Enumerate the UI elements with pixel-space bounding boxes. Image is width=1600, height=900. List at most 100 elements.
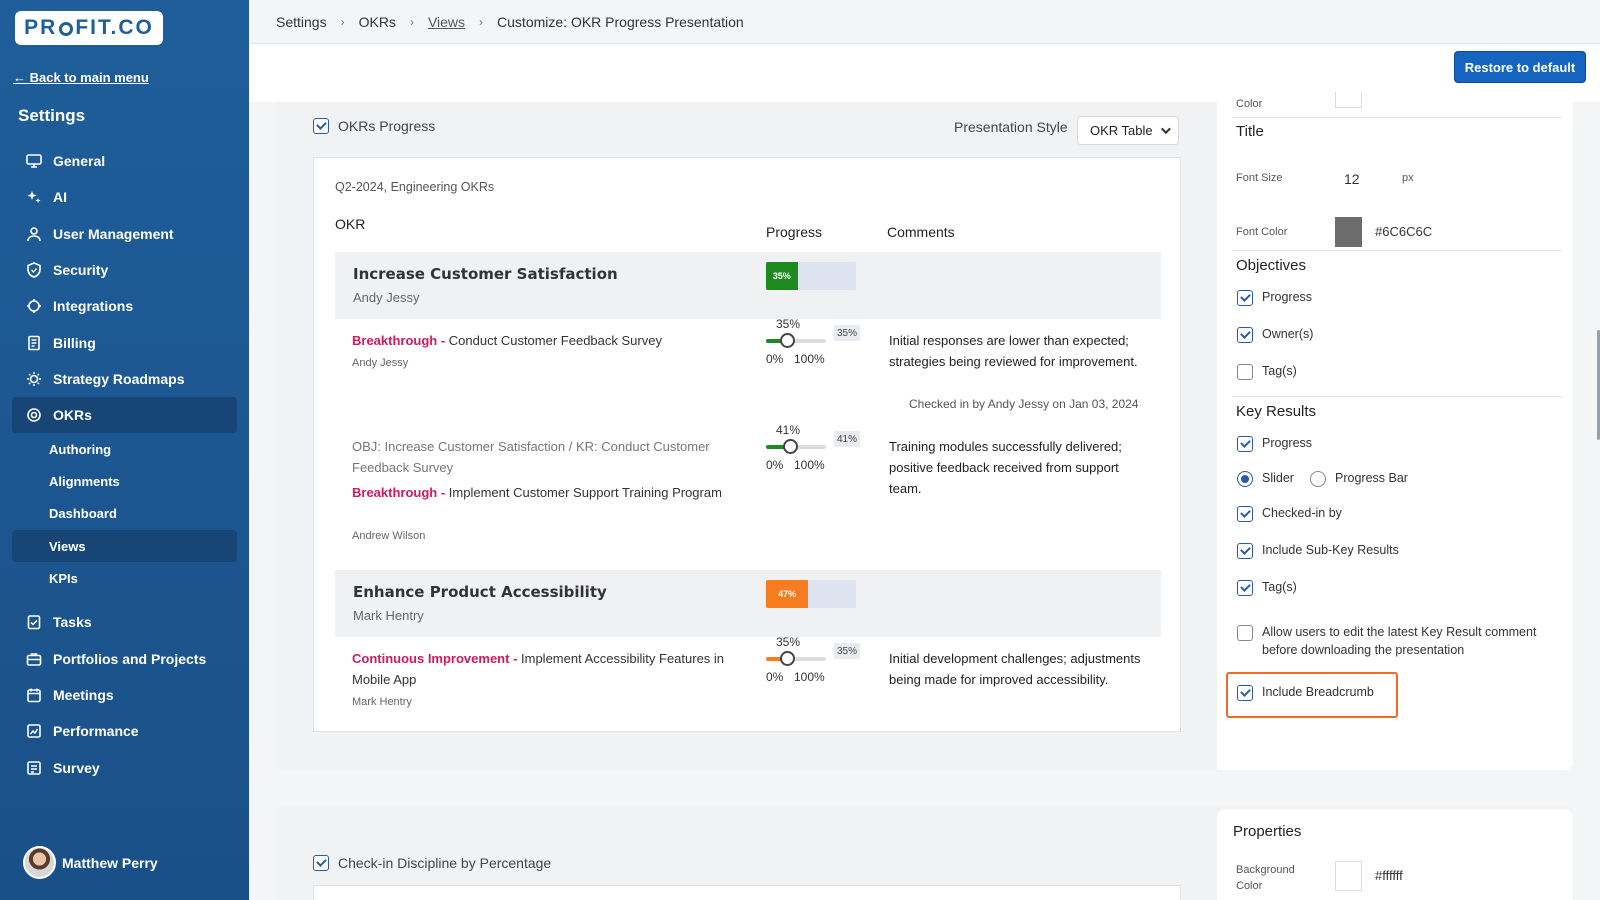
sidebar-item-tasks[interactable]: Tasks [12, 604, 237, 640]
kr-checked-in: Checked in by Andy Jessy on Jan 03, 2024 [909, 397, 1139, 411]
kr-comment: Initial development challenges; adjustme… [889, 651, 1141, 687]
obj-owners-checkbox [1237, 327, 1253, 343]
obj-progress-checkbox [1237, 290, 1253, 306]
sidebar-nav: General AI User Management Security Inte… [12, 143, 237, 786]
key-result-title: Continuous Improvement - Implement Acces… [352, 651, 725, 687]
presentation-style-label: Presentation Style [954, 119, 1068, 135]
task-icon [25, 613, 43, 631]
sidebar-item-strategy-roadmaps[interactable]: Strategy Roadmaps [12, 361, 237, 397]
toolbar: Restore to default [249, 44, 1600, 102]
kr-breadcrumb-path: OBJ: Increase Customer Satisfaction / KR… [352, 439, 710, 475]
slider-min-label: 0% [766, 352, 784, 366]
sidebar-item-performance[interactable]: Performance [12, 713, 237, 749]
sidebar-subitem-alignments[interactable]: Alignments [12, 466, 237, 498]
sidebar-item-survey[interactable]: Survey [12, 750, 237, 786]
slider-badge: 35% [834, 325, 860, 341]
kr-progress-option[interactable]: Progress [1237, 436, 1312, 452]
sidebar-subitem-views[interactable]: Views [12, 529, 237, 563]
breadcrumb-views[interactable]: Views [428, 14, 465, 30]
slider-percent: 35% [776, 317, 801, 331]
slider-radio-button [1237, 471, 1253, 487]
kr-checked-in-option[interactable]: Checked-in by [1237, 506, 1342, 522]
sidebar-item-security[interactable]: Security [12, 252, 237, 288]
color-swatch[interactable] [1335, 92, 1362, 108]
kr-tag: Continuous Improvement [352, 651, 510, 666]
sidebar-item-integrations[interactable]: Integrations [12, 288, 237, 324]
kr-slider-radio[interactable]: Slider [1237, 471, 1294, 487]
objective-owner: Mark Hentry [353, 608, 424, 623]
kr-comment: Initial responses are lower than expecte… [889, 333, 1138, 369]
key-results-heading: Key Results [1236, 403, 1317, 420]
slider-percent: 41% [776, 423, 801, 437]
obj-tags-option[interactable]: Tag(s) [1237, 364, 1297, 380]
sidebar-item-okrs[interactable]: OKRs [12, 397, 237, 434]
chevron-down-icon [1160, 124, 1171, 135]
kr-progress-slider: 41% 0% 100% 41% [766, 423, 861, 473]
font-color-value[interactable]: #6C6C6C [1375, 224, 1432, 239]
kr-sub-kr-checkbox [1237, 543, 1253, 559]
kr-progress-bar-radio[interactable]: Progress Bar [1310, 471, 1408, 487]
logo-text-right: FIT.CO [75, 16, 154, 39]
slider-max-label: 100% [794, 352, 825, 366]
sidebar-item-billing[interactable]: Billing [12, 324, 237, 360]
check-in-discipline-checkbox[interactable] [313, 855, 329, 871]
avatar [23, 846, 56, 879]
sidebar-item-ai[interactable]: AI [12, 179, 237, 215]
objective-row: Increase Customer Satisfaction Andy Jess… [335, 252, 1161, 319]
chevron-right-icon: › [479, 14, 484, 29]
kr-allow-edit-option[interactable]: Allow users to edit the latest Key Resul… [1237, 623, 1557, 659]
obj-owners-option[interactable]: Owner(s) [1237, 327, 1313, 343]
back-to-main-menu-link[interactable]: ← Back to main menu [13, 70, 149, 85]
obj-progress-option[interactable]: Progress [1237, 290, 1312, 306]
kr-sub-kr-option[interactable]: Include Sub-Key Results [1237, 543, 1399, 559]
slider-knob [783, 439, 799, 454]
restore-to-default-button[interactable]: Restore to default [1454, 51, 1586, 83]
breadcrumb-settings[interactable]: Settings [276, 14, 327, 30]
sidebar-subitem-authoring[interactable]: Authoring [12, 433, 237, 465]
user-profile[interactable]: Matthew Perry [23, 846, 158, 879]
kr-checked-in-checkbox [1237, 506, 1253, 522]
okrs-progress-label: OKRs Progress [338, 118, 436, 134]
key-result-owner: Mark Hentry [352, 696, 412, 708]
kr-allow-edit-checkbox [1237, 625, 1253, 641]
sidebar-item-label: Strategy Roadmaps [53, 370, 185, 387]
user-icon [25, 225, 43, 243]
sidebar-item-label: Survey [53, 759, 100, 776]
presentation-style-value: OKR Table [1090, 123, 1153, 138]
presentation-style-select[interactable]: OKR Table [1077, 116, 1179, 145]
objective-owner: Andy Jessy [353, 290, 420, 305]
column-header-comments: Comments [887, 224, 955, 240]
slider-max-label: 100% [794, 458, 825, 472]
bg-color-swatch[interactable] [1335, 861, 1362, 891]
sidebar-title: Settings [18, 106, 86, 125]
key-result-owner: Andy Jessy [352, 357, 409, 369]
slider-badge: 41% [834, 431, 860, 447]
objective-title: Increase Customer Satisfaction [353, 265, 618, 283]
objective-progress-fill: 47% [766, 580, 809, 608]
okrs-progress-checkbox[interactable] [313, 118, 329, 134]
bg-color-label: Background Color [1236, 864, 1295, 892]
sidebar-item-user-management[interactable]: User Management [12, 216, 237, 252]
font-color-swatch[interactable] [1335, 217, 1362, 247]
sidebar-subitem-kpis[interactable]: KPIs [12, 562, 237, 594]
check-in-discipline-label: Check-in Discipline by Percentage [338, 855, 552, 871]
okrs-progress-checkbox-row[interactable]: OKRs Progress [313, 118, 435, 134]
slider-badge: 35% [834, 643, 860, 659]
slider-max-label: 100% [794, 670, 825, 684]
sidebar-item-label: Performance [53, 723, 139, 740]
font-size-input[interactable]: 12 [1344, 171, 1360, 187]
target-icon [25, 406, 43, 424]
kr-tags-option[interactable]: Tag(s) [1237, 580, 1297, 596]
sidebar-item-portfolios[interactable]: Portfolios and Projects [12, 641, 237, 677]
sidebar-item-general[interactable]: General [12, 143, 237, 179]
profit-logo[interactable]: PR FIT.CO [15, 11, 163, 45]
check-in-discipline-checkbox-row[interactable]: Check-in Discipline by Percentage [313, 855, 551, 871]
sidebar-subitem-dashboard[interactable]: Dashboard [12, 498, 237, 530]
sidebar-item-meetings[interactable]: Meetings [12, 677, 237, 713]
column-header-progress: Progress [766, 224, 823, 240]
breadcrumb-okrs[interactable]: OKRs [359, 14, 396, 30]
sidebar-item-label: General [53, 153, 106, 170]
bg-color-value[interactable]: #ffffff [1375, 868, 1403, 883]
logo-text-left: PR [24, 16, 58, 39]
objective-row: Enhance Product Accessibility Mark Hentr… [335, 570, 1161, 637]
